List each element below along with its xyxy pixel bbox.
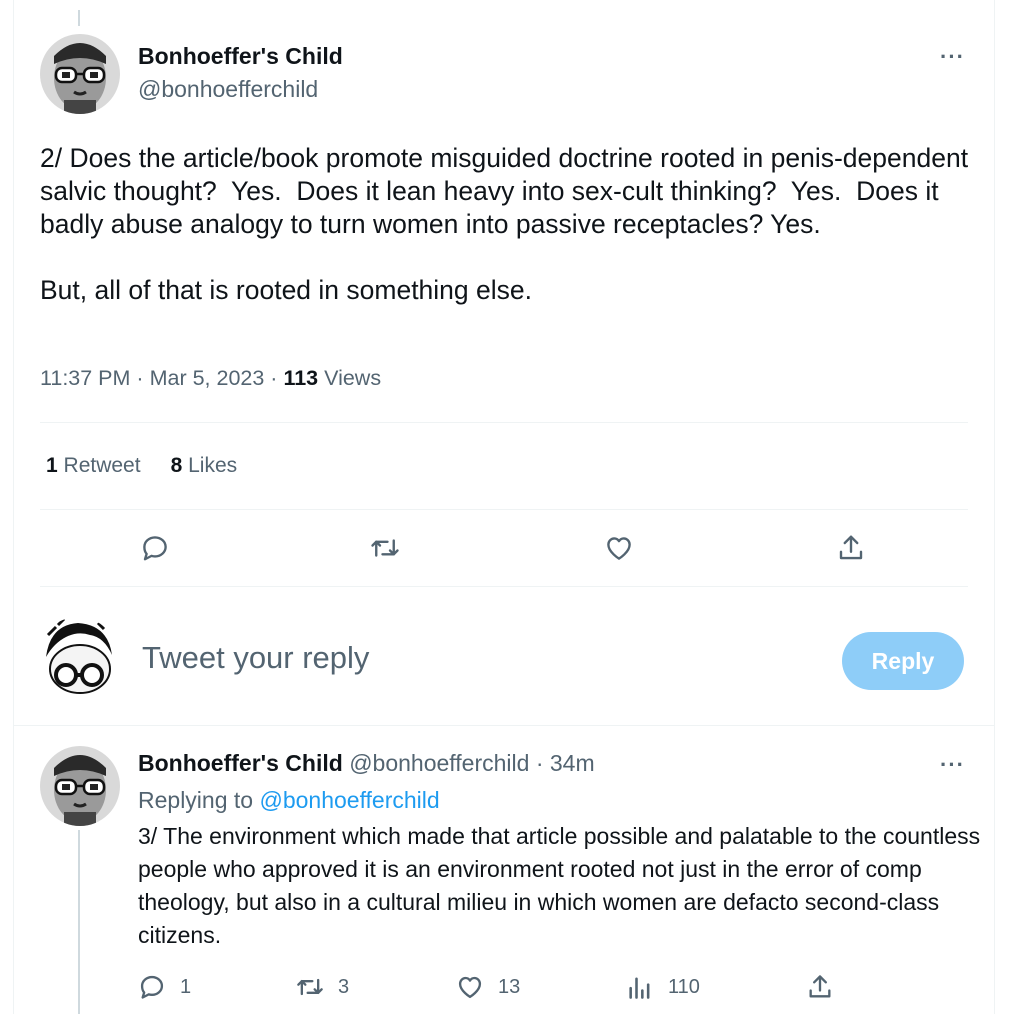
- replying-to-label: Replying to: [138, 787, 254, 813]
- reply-button[interactable]: Reply: [842, 632, 964, 690]
- retweet-icon: [296, 973, 324, 1001]
- reply-age[interactable]: 34m: [550, 750, 595, 776]
- right-border: [994, 0, 995, 1014]
- retweet-icon[interactable]: [370, 533, 400, 563]
- more-icon[interactable]: ···: [940, 754, 965, 776]
- reply-share-action[interactable]: [806, 973, 834, 1001]
- like-icon: [456, 973, 484, 1001]
- divider: [40, 509, 968, 510]
- reply-text: 3/ The environment which made that artic…: [138, 823, 981, 948]
- thread-line: [78, 830, 80, 1014]
- share-icon: [806, 973, 834, 1001]
- likes-stat[interactable]: 8 Likes: [171, 454, 238, 477]
- reply-input[interactable]: Tweet your reply: [142, 640, 369, 676]
- like-count: 13: [498, 975, 521, 998]
- replying-to-handle[interactable]: @bonhoefferchild: [259, 787, 439, 813]
- share-icon[interactable]: [836, 533, 866, 563]
- retweet-count: 3: [338, 975, 350, 998]
- retweets-count: 1: [46, 454, 58, 477]
- views-icon: [626, 973, 654, 1001]
- reply-views-action[interactable]: 110: [626, 973, 700, 1001]
- reply-header: Bonhoeffer's Child @bonhoefferchild · 34…: [138, 750, 595, 777]
- left-border: [13, 0, 14, 1014]
- author-name[interactable]: Bonhoeffer's Child: [138, 43, 343, 70]
- divider: [40, 586, 968, 587]
- views-label: Views: [324, 366, 382, 390]
- reply-count: 1: [180, 975, 192, 998]
- retweets-label: Retweet: [63, 454, 141, 477]
- reply-icon: [138, 973, 166, 1001]
- replying-to: Replying to @bonhoefferchild: [138, 787, 440, 814]
- author-avatar[interactable]: [40, 34, 120, 114]
- more-icon[interactable]: ···: [940, 46, 965, 68]
- current-user-avatar[interactable]: [38, 617, 118, 697]
- tweet-text: 2/ Does the article/book promote misguid…: [40, 143, 969, 305]
- retweets-stat[interactable]: 1 Retweet: [46, 454, 141, 477]
- thread-line-top: [78, 10, 80, 26]
- views-count: 113: [283, 366, 319, 390]
- reply-retweet-action[interactable]: 3: [296, 973, 349, 1001]
- section-divider: [13, 725, 994, 726]
- reply-reply-action[interactable]: 1: [138, 973, 191, 1001]
- tweet-date[interactable]: Mar 5, 2023: [150, 366, 265, 390]
- likes-label: Likes: [188, 454, 238, 477]
- author-handle[interactable]: @bonhoefferchild: [138, 76, 318, 103]
- reply-author-name[interactable]: Bonhoeffer's Child: [138, 750, 343, 776]
- like-icon[interactable]: [604, 533, 634, 563]
- reply-separator: ·: [535, 750, 544, 776]
- tweet-time[interactable]: 11:37 PM: [40, 366, 130, 390]
- meta-separator: ·: [270, 366, 278, 390]
- meta-separator: ·: [136, 366, 144, 390]
- tweet-meta: 11:37 PM · Mar 5, 2023 · 113 Views: [40, 366, 381, 391]
- likes-count: 8: [170, 454, 183, 477]
- views-count: 110: [668, 975, 700, 998]
- engagement-stats: 1 Retweet 8 Likes: [46, 454, 237, 478]
- divider: [40, 422, 968, 423]
- reply-like-action[interactable]: 13: [456, 973, 520, 1001]
- reply-author-avatar[interactable]: [40, 746, 120, 826]
- reply-author-handle[interactable]: @bonhoefferchild: [349, 750, 529, 776]
- reply-icon[interactable]: [140, 533, 170, 563]
